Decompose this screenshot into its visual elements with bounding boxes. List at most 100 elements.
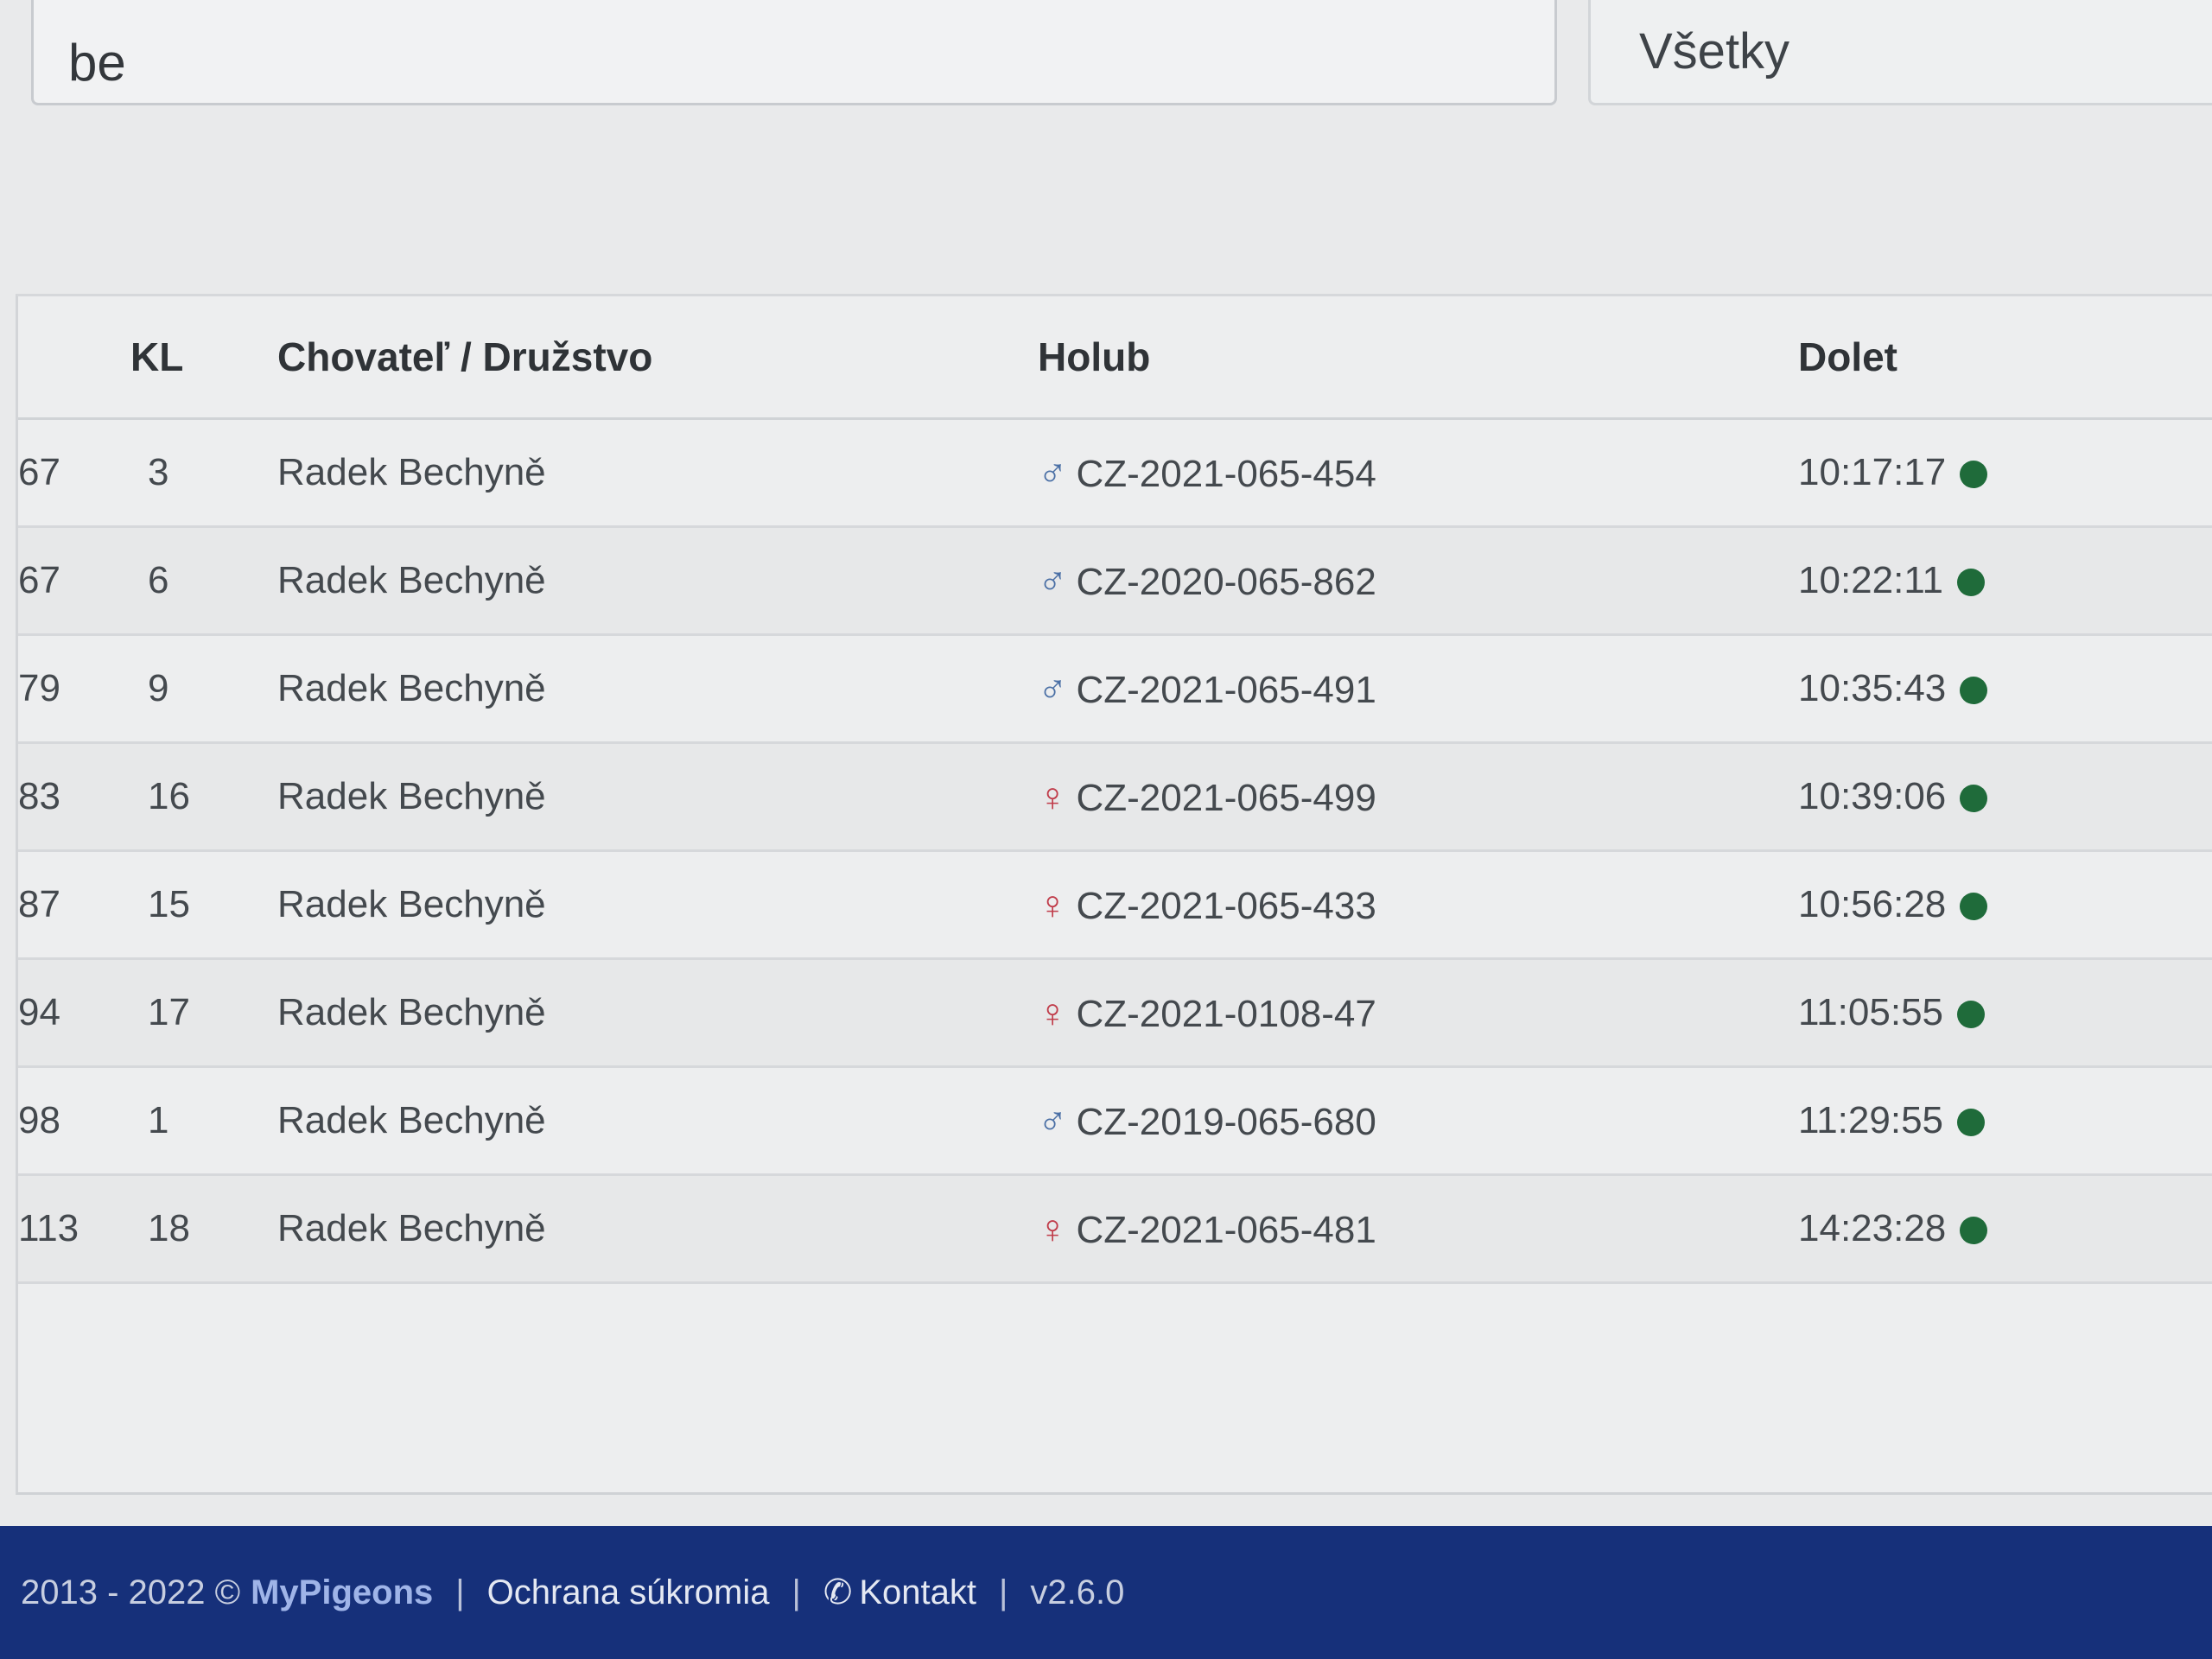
cell-breeder[interactable]: Radek Bechyně [277,1066,1038,1176]
table-row[interactable]: 83 16 Radek Bechyně ♀ CZ-2021-065-499 10:39:0… [18,742,2212,852]
arrival-time: 10:39:06 [1798,775,1947,817]
status-dot-icon [1957,1109,1986,1136]
arrival-time: 10:17:17 [1798,451,1947,493]
phone-icon: ✆ [823,1573,853,1611]
footer-contact-link[interactable]: Kontakt [859,1573,976,1612]
cell-rank: 94 [18,958,130,1068]
cell-rank: 83 [18,742,130,852]
cell-breeder[interactable]: Radek Bechyně [277,418,1038,528]
table-header-row: KL Chovateľ / Družstvo Holub Dolet [18,296,2212,420]
cell-kl: 6 [130,526,277,636]
table-row[interactable]: 98 1 Radek Bechyně ♂ CZ-2019-065-680 11:29:55 [18,1066,2212,1176]
cell-pigeon[interactable]: ♂ CZ-2021-065-454 [1038,418,1798,528]
status-dot-icon [1960,785,1988,812]
pigeon-ring-number: CZ-2021-065-499 [1076,777,1376,819]
cell-rank: 98 [18,1066,130,1176]
cell-arrival: 10:35:43 [1798,634,2212,744]
status-dot-icon [1957,569,1986,596]
cell-rank: 79 [18,634,130,744]
cell-kl: 3 [130,418,277,528]
cell-rank: 113 [18,1174,130,1284]
cell-kl: 17 [130,958,277,1068]
header-rank[interactable] [18,296,130,420]
cell-pigeon[interactable]: ♂ CZ-2021-065-491 [1038,634,1798,744]
arrival-time: 11:05:55 [1798,991,1944,1033]
cell-kl: 16 [130,742,277,852]
cell-pigeon[interactable]: ♂ CZ-2019-065-680 [1038,1066,1798,1176]
cell-pigeon[interactable]: ♂ CZ-2020-065-862 [1038,526,1798,636]
status-dot-icon [1960,1217,1988,1244]
female-sign-icon: ♀ [1038,882,1068,927]
male-sign-icon: ♂ [1038,666,1068,711]
cell-rank: 67 [18,526,130,636]
cell-arrival: 10:56:28 [1798,850,2212,960]
cell-breeder[interactable]: Radek Bechyně [277,1174,1038,1284]
status-dot-icon [1960,893,1988,920]
pigeon-ring-number: CZ-2019-065-680 [1076,1101,1376,1143]
footer-separator: | [455,1573,465,1611]
pigeon-ring-number: CZ-2021-0108-47 [1076,993,1376,1035]
pigeon-ring-number: CZ-2020-065-862 [1076,561,1376,603]
header-kl[interactable]: KL [130,296,277,420]
status-dot-icon [1960,677,1988,704]
male-sign-icon: ♂ [1038,1098,1068,1143]
table-row[interactable]: 94 17 Radek Bechyně ♀ CZ-2021-0108-47 11:05:5… [18,958,2212,1068]
cell-rank: 67 [18,418,130,528]
cell-pigeon[interactable]: ♀ CZ-2021-065-433 [1038,850,1798,960]
cell-rank: 87 [18,850,130,960]
female-sign-icon: ♀ [1038,1206,1068,1251]
footer-separator: | [791,1573,801,1611]
male-sign-icon: ♂ [1038,450,1068,495]
cell-kl: 15 [130,850,277,960]
pigeon-ring-number: CZ-2021-065-481 [1076,1209,1376,1251]
footer: 2013 - 2022 © MyPigeons | Ochrana súkrom… [0,1526,2212,1659]
cell-arrival: 11:29:55 [1798,1066,2212,1176]
cell-kl: 1 [130,1066,277,1176]
cell-breeder[interactable]: Radek Bechyně [277,742,1038,852]
cell-arrival: 11:05:55 [1798,958,2212,1068]
table-row[interactable]: 113 18 Radek Bechyně ♀ CZ-2021-065-481 14:23:… [18,1174,2212,1284]
table-row[interactable]: 67 3 Radek Bechyně ♂ CZ-2021-065-454 10:17:17 [18,418,2212,528]
search-input[interactable] [31,0,1557,105]
status-dot-icon [1960,461,1988,488]
female-sign-icon: ♀ [1038,774,1068,819]
cell-breeder[interactable]: Radek Bechyně [277,634,1038,744]
cell-pigeon[interactable]: ♀ CZ-2021-065-499 [1038,742,1798,852]
results-table: KL Chovateľ / Družstvo Holub Dolet 67 3 Ra… [18,296,2212,1284]
pigeon-ring-number: CZ-2021-065-491 [1076,669,1376,711]
cell-arrival: 10:17:17 [1798,418,2212,528]
results-panel: KL Chovateľ / Družstvo Holub Dolet 67 3 Ra… [16,294,2212,1495]
pigeon-ring-number: CZ-2021-065-433 [1076,885,1376,927]
cell-breeder[interactable]: Radek Bechyně [277,850,1038,960]
cell-breeder[interactable]: Radek Bechyně [277,526,1038,636]
arrival-time: 10:22:11 [1798,559,1944,601]
cell-pigeon[interactable]: ♀ CZ-2021-0108-47 [1038,958,1798,1068]
footer-brand-link[interactable]: MyPigeons [251,1573,433,1612]
arrival-time: 10:56:28 [1798,883,1947,925]
cell-kl: 9 [130,634,277,744]
arrival-time: 14:23:28 [1798,1207,1947,1249]
footer-privacy-link[interactable]: Ochrana súkromia [487,1573,770,1612]
male-sign-icon: ♂ [1038,558,1068,603]
cell-pigeon[interactable]: ♀ CZ-2021-065-481 [1038,1174,1798,1284]
female-sign-icon: ♀ [1038,990,1068,1035]
table-row[interactable]: 87 15 Radek Bechyně ♀ CZ-2021-065-433 10:56:2… [18,850,2212,960]
pigeon-ring-number: CZ-2021-065-454 [1076,453,1376,495]
footer-copyright: 2013 - 2022 © [21,1573,241,1611]
arrival-time: 11:29:55 [1798,1099,1944,1141]
table-row[interactable]: 79 9 Radek Bechyně ♂ CZ-2021-065-491 10:35:43 [18,634,2212,744]
cell-kl: 18 [130,1174,277,1284]
footer-separator: | [999,1573,1008,1611]
cell-arrival: 14:23:28 [1798,1174,2212,1284]
header-pigeon[interactable]: Holub [1038,296,1798,420]
table-row[interactable]: 67 6 Radek Bechyně ♂ CZ-2020-065-862 10:22:11 [18,526,2212,636]
cell-breeder[interactable]: Radek Bechyně [277,958,1038,1068]
arrival-time: 10:35:43 [1798,667,1947,709]
status-dot-icon [1957,1001,1986,1028]
header-arrival[interactable]: Dolet [1798,296,2212,420]
cell-arrival: 10:22:11 [1798,526,2212,636]
filter-select[interactable]: Všetky [1588,0,2212,105]
header-breeder[interactable]: Chovateľ / Družstvo [277,296,1038,420]
cell-arrival: 10:39:06 [1798,742,2212,852]
footer-version: v2.6.0 [1030,1573,1125,1611]
